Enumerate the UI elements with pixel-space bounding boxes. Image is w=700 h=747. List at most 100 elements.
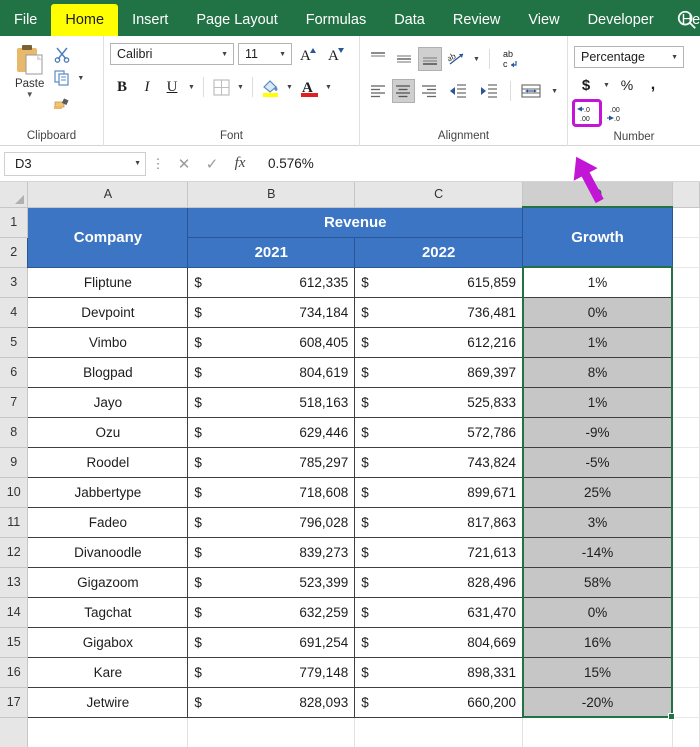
row-header-8[interactable]: 8 (0, 417, 29, 448)
cell-c16-revenue-2022[interactable]: $898,331 (354, 656, 524, 688)
cell-e11[interactable] (672, 507, 700, 538)
orientation-chevron-down-icon[interactable]: ▼ (470, 47, 483, 71)
ribbon-tab-formulas[interactable]: Formulas (292, 4, 380, 36)
percent-style-button[interactable]: % (615, 73, 639, 97)
cell-e6[interactable] (672, 357, 700, 388)
cell-b1-revenue-header[interactable]: Revenue (187, 206, 524, 238)
increase-font-size-button[interactable]: A (296, 42, 320, 66)
row-header-11[interactable]: 11 (0, 507, 29, 538)
chevron-down-icon[interactable]: ▼ (276, 51, 289, 58)
bottom-align-button[interactable] (418, 47, 442, 71)
cell-b18[interactable] (187, 717, 356, 747)
cell-c15-revenue-2022[interactable]: $804,669 (354, 626, 524, 658)
wrap-text-button[interactable]: ab c (496, 47, 526, 71)
name-box[interactable]: D3 ▼ (4, 151, 146, 176)
cell-e8[interactable] (672, 417, 700, 448)
cell-e13[interactable] (672, 567, 700, 598)
cell-b10-revenue-2021[interactable]: $718,608 (187, 476, 356, 508)
paste-button[interactable]: Paste ▼ (6, 41, 53, 126)
font-size-input[interactable]: 11 ▼ (238, 43, 292, 65)
borders-chevron-down-icon[interactable]: ▼ (234, 75, 247, 99)
ribbon-tab-home[interactable]: Home (51, 4, 119, 36)
cell-a12-company[interactable]: Divanoodle (27, 536, 189, 568)
cell-c7-revenue-2022[interactable]: $525,833 (354, 386, 524, 418)
cell-d12-growth[interactable]: -14% (522, 536, 673, 568)
row-header-2[interactable]: 2 (0, 237, 29, 268)
cell-e15[interactable] (672, 627, 700, 658)
row-header-16[interactable]: 16 (0, 657, 29, 688)
formula-bar-more-icon[interactable]: ⋮ (150, 156, 166, 172)
cell-b11-revenue-2021[interactable]: $796,028 (187, 506, 356, 538)
cell-d10-growth[interactable]: 25% (522, 476, 673, 508)
cell-b9-revenue-2021[interactable]: $785,297 (187, 446, 356, 478)
cell-e18[interactable] (672, 717, 700, 747)
column-header-d[interactable]: D (522, 182, 673, 208)
align-right-button[interactable] (417, 79, 441, 103)
cell-d8-growth[interactable]: -9% (522, 416, 673, 448)
cell-a4-company[interactable]: Devpoint (27, 296, 189, 328)
cell-e3[interactable] (672, 267, 700, 298)
cell-c17-revenue-2022[interactable]: $660,200 (354, 686, 524, 718)
cut-scissors-icon[interactable] (53, 45, 71, 63)
cell-d17-growth[interactable]: -20% (522, 686, 673, 718)
font-color-button[interactable]: A (297, 75, 321, 99)
cell-e16[interactable] (672, 657, 700, 688)
increase-decimal-button[interactable]: .0 .00 (572, 99, 602, 127)
decrease-decimal-button[interactable]: .00 .0 (604, 101, 630, 125)
confirm-check-icon[interactable]: ✓ (198, 152, 226, 176)
cell-b14-revenue-2021[interactable]: $632,259 (187, 596, 356, 628)
cell-d7-growth[interactable]: 1% (522, 386, 673, 418)
merge-and-center-button[interactable] (517, 79, 546, 103)
comma-style-button[interactable]: , (641, 73, 665, 97)
cell-b2-year-2021[interactable]: 2021 (187, 236, 356, 268)
cell-b15-revenue-2021[interactable]: $691,254 (187, 626, 356, 658)
fill-handle[interactable] (668, 713, 676, 720)
column-header-b[interactable]: B (187, 182, 356, 208)
cell-e14[interactable] (672, 597, 700, 628)
chevron-down-icon[interactable]: ▼ (218, 51, 231, 58)
orientation-button[interactable]: ab (444, 47, 468, 71)
cell-c5-revenue-2022[interactable]: $612,216 (354, 326, 524, 358)
cell-b4-revenue-2021[interactable]: $734,184 (187, 296, 356, 328)
row-header-12[interactable]: 12 (0, 537, 29, 568)
cell-a13-company[interactable]: Gigazoom (27, 566, 189, 598)
cell-a15-company[interactable]: Gigabox (27, 626, 189, 658)
ribbon-tab-view[interactable]: View (514, 4, 573, 36)
cell-e2[interactable] (672, 237, 700, 268)
cell-a3-company[interactable]: Fliptune (27, 266, 189, 298)
borders-button[interactable] (209, 75, 233, 99)
cell-d4-growth[interactable]: 0% (522, 296, 673, 328)
cell-b17-revenue-2021[interactable]: $828,093 (187, 686, 356, 718)
cell-b3-revenue-2021[interactable]: $612,335 (187, 266, 356, 298)
formula-input[interactable]: 0.576% (258, 152, 696, 176)
cell-b6-revenue-2021[interactable]: $804,619 (187, 356, 356, 388)
ribbon-tab-page-layout[interactable]: Page Layout (182, 4, 291, 36)
accounting-chevron-down-icon[interactable]: ▼ (600, 73, 613, 97)
cell-a11-company[interactable]: Fadeo (27, 506, 189, 538)
cell-a5-company[interactable]: Vimbo (27, 326, 189, 358)
cell-a6-company[interactable]: Blogpad (27, 356, 189, 388)
row-header-7[interactable]: 7 (0, 387, 29, 418)
cell-d15-growth[interactable]: 16% (522, 626, 673, 658)
cell-e10[interactable] (672, 477, 700, 508)
cell-d5-growth[interactable]: 1% (522, 326, 673, 358)
cell-e12[interactable] (672, 537, 700, 568)
copy-chevron-down-icon[interactable]: ▼ (74, 66, 87, 90)
cell-d14-growth[interactable]: 0% (522, 596, 673, 628)
format-painter-icon[interactable] (53, 93, 71, 111)
row-header-blank[interactable] (0, 717, 29, 747)
cell-a7-company[interactable]: Jayo (27, 386, 189, 418)
cell-e9[interactable] (672, 447, 700, 478)
cell-d18[interactable] (522, 717, 673, 747)
underline-chevron-down-icon[interactable]: ▼ (185, 75, 198, 99)
cell-a1-company-header[interactable]: Company (27, 206, 189, 268)
column-header-c[interactable]: C (354, 182, 524, 208)
copy-icon[interactable] (53, 69, 71, 87)
search-icon[interactable] (676, 9, 698, 31)
cell-e1[interactable] (672, 207, 700, 238)
cell-b8-revenue-2021[interactable]: $629,446 (187, 416, 356, 448)
column-header-a[interactable]: A (27, 182, 189, 208)
middle-align-button[interactable] (392, 47, 416, 71)
cell-b5-revenue-2021[interactable]: $608,405 (187, 326, 356, 358)
cell-e5[interactable] (672, 327, 700, 358)
